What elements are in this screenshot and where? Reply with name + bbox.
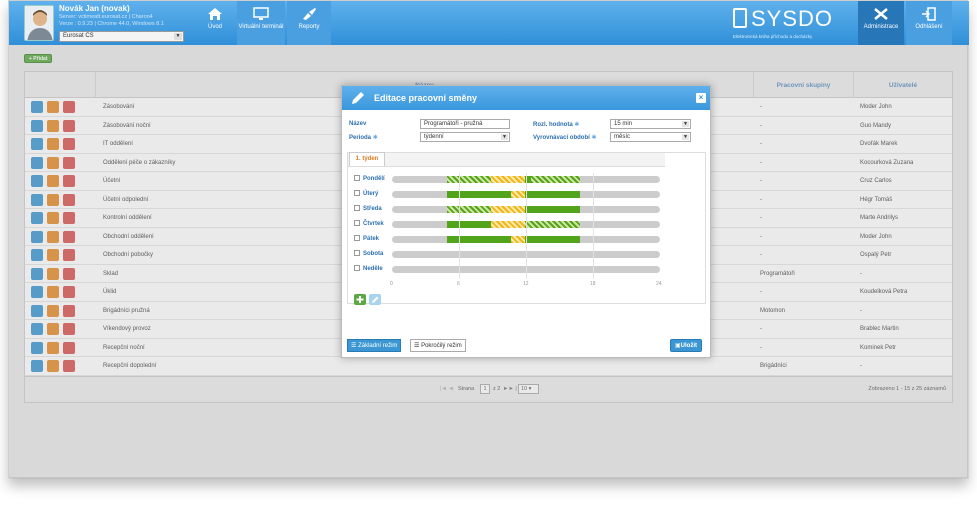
nav-terminal-button[interactable]: Virtuální terminál <box>237 1 285 45</box>
day-name: Pátek <box>363 236 380 242</box>
chevron-down-icon: ▼ <box>174 33 182 40</box>
required-icon: ✱ <box>574 122 580 128</box>
day-checkbox[interactable] <box>354 265 360 271</box>
balance-label: Vyrovnávací období ✱ <box>533 134 597 141</box>
day-name: Středa <box>363 206 382 212</box>
nav-admin-label: Administrace <box>863 24 899 30</box>
app-window: Novák Jan (novak) Server: vctimeatt.euro… <box>8 0 969 479</box>
required-icon: ✱ <box>372 135 378 141</box>
edit-interval-button[interactable] <box>369 294 381 305</box>
tick-label: 6 <box>457 281 460 287</box>
tools-icon <box>874 8 888 20</box>
day-name: Pondělí <box>363 176 385 182</box>
version-info: Verze : 0.9.23 | Chrome 44.0, Windows 8.… <box>59 21 164 27</box>
advanced-mode-button[interactable]: ☰ Pokročilý režim <box>410 339 466 352</box>
tick-label: 18 <box>590 281 596 287</box>
chevron-down-icon: ▼ <box>682 134 689 140</box>
period-label-text: Perioda <box>349 135 372 141</box>
pencil-icon <box>352 92 364 104</box>
resolution-select[interactable]: 15 min ▼ <box>610 119 691 129</box>
user-name: Novák Jan (novak) <box>59 4 130 13</box>
close-icon[interactable]: × <box>696 93 706 103</box>
day-row-label[interactable]: Čtvrtek <box>354 220 384 227</box>
day-row-label[interactable]: Středa <box>354 205 382 212</box>
resolution-label-text: Rozl. hodnota <box>533 122 573 128</box>
tick-label: 0 <box>390 281 393 287</box>
balance-label-text: Vyrovnávací období <box>533 135 590 141</box>
tick-label: 12 <box>523 281 529 287</box>
day-row-label[interactable]: Pondělí <box>354 175 385 182</box>
day-checkbox[interactable] <box>354 250 360 256</box>
name-label: Název <box>349 121 367 127</box>
day-checkbox[interactable] <box>354 190 360 196</box>
brand-logo: SYSDO <box>733 6 833 32</box>
day-checkbox[interactable] <box>354 235 360 241</box>
logout-icon <box>922 7 936 21</box>
day-name: Čtvrtek <box>363 221 384 227</box>
day-checkbox[interactable] <box>354 175 360 181</box>
add-interval-button[interactable] <box>354 294 366 305</box>
list-icon: ☰ <box>351 343 357 349</box>
tick-label: 24 <box>656 281 662 287</box>
balance-select[interactable]: měsíc ▼ <box>610 132 691 142</box>
day-name: Neděle <box>363 266 383 272</box>
nav-home-button[interactable]: Úvod <box>195 1 235 45</box>
day-name: Úterý <box>363 191 379 197</box>
company-select-value: Eurosat CS <box>63 33 94 39</box>
home-icon <box>208 8 222 20</box>
nav-admin-button[interactable]: Administrace <box>858 1 904 45</box>
advanced-mode-label: Pokročilý režim <box>421 343 462 349</box>
resolution-select-value: 15 min <box>614 121 633 127</box>
nav-home-label: Úvod <box>207 24 222 30</box>
day-checkbox[interactable] <box>354 220 360 226</box>
time-grid <box>392 173 660 279</box>
dialog-title: Editace pracovní směny <box>374 93 478 103</box>
save-label: Uložit <box>680 343 698 349</box>
nav-terminal-label: Virtuální terminál <box>238 24 284 30</box>
company-select[interactable]: Eurosat CS ▼ <box>59 31 184 42</box>
basic-mode-button[interactable]: ☰ Základní režim <box>347 339 402 352</box>
edit-shift-dialog: Editace pracovní směny × Název Programát… <box>341 85 711 358</box>
resolution-label: Rozl. hodnota ✱ <box>533 121 579 128</box>
tab-week-1[interactable]: 1. týden <box>349 152 385 166</box>
chevron-down-icon: ▼ <box>501 134 508 140</box>
day-row-label[interactable]: Neděle <box>354 265 383 272</box>
list-icon: ☰ <box>414 343 420 349</box>
brush-icon <box>303 8 316 20</box>
basic-mode-label: Základní režim <box>358 343 398 349</box>
save-button[interactable]: ▣Uložit <box>670 339 703 352</box>
brand-name: SYSDO <box>751 6 834 31</box>
server-info: Server: vctimeatt.eurosat.cz | Charon4 <box>59 14 153 20</box>
day-row-label[interactable]: Pátek <box>354 235 379 242</box>
nav-reports-label: Reporty <box>298 24 320 30</box>
chevron-down-icon: ▼ <box>682 121 689 127</box>
day-row-label[interactable]: Sobota <box>354 250 383 257</box>
tab-strip <box>348 153 665 167</box>
period-select[interactable]: týdenní ▼ <box>420 132 510 142</box>
day-row-label[interactable]: Úterý <box>354 190 378 197</box>
nav-logout-label: Odhlášení <box>915 24 943 30</box>
period-label: Perioda ✱ <box>349 134 378 141</box>
nav-logout-button[interactable]: Odhlášení <box>906 1 952 45</box>
nav-reports-button[interactable]: Reporty <box>287 1 331 45</box>
period-select-value: týdenní <box>424 134 444 140</box>
name-input[interactable]: Programátoři - pružná <box>420 119 510 129</box>
week-schedule-panel: 1. týden Pondělí Úterý Středa Čtvrtek Pátek S… <box>347 152 706 305</box>
day-name: Sobota <box>363 251 384 257</box>
balance-select-value: měsíc <box>614 134 631 140</box>
top-bar: Novák Jan (novak) Server: vctimeatt.euro… <box>9 1 969 45</box>
brand-tagline: Elektronická kniha příchodu a docházky <box>733 34 813 39</box>
day-checkbox[interactable] <box>354 205 360 211</box>
plus-icon <box>356 296 364 303</box>
monitor-icon <box>253 7 269 20</box>
required-icon: ✱ <box>591 135 597 141</box>
dialog-title-bar: Editace pracovní směny × <box>342 86 710 110</box>
pencil-icon <box>372 296 379 303</box>
user-avatar <box>24 5 54 41</box>
